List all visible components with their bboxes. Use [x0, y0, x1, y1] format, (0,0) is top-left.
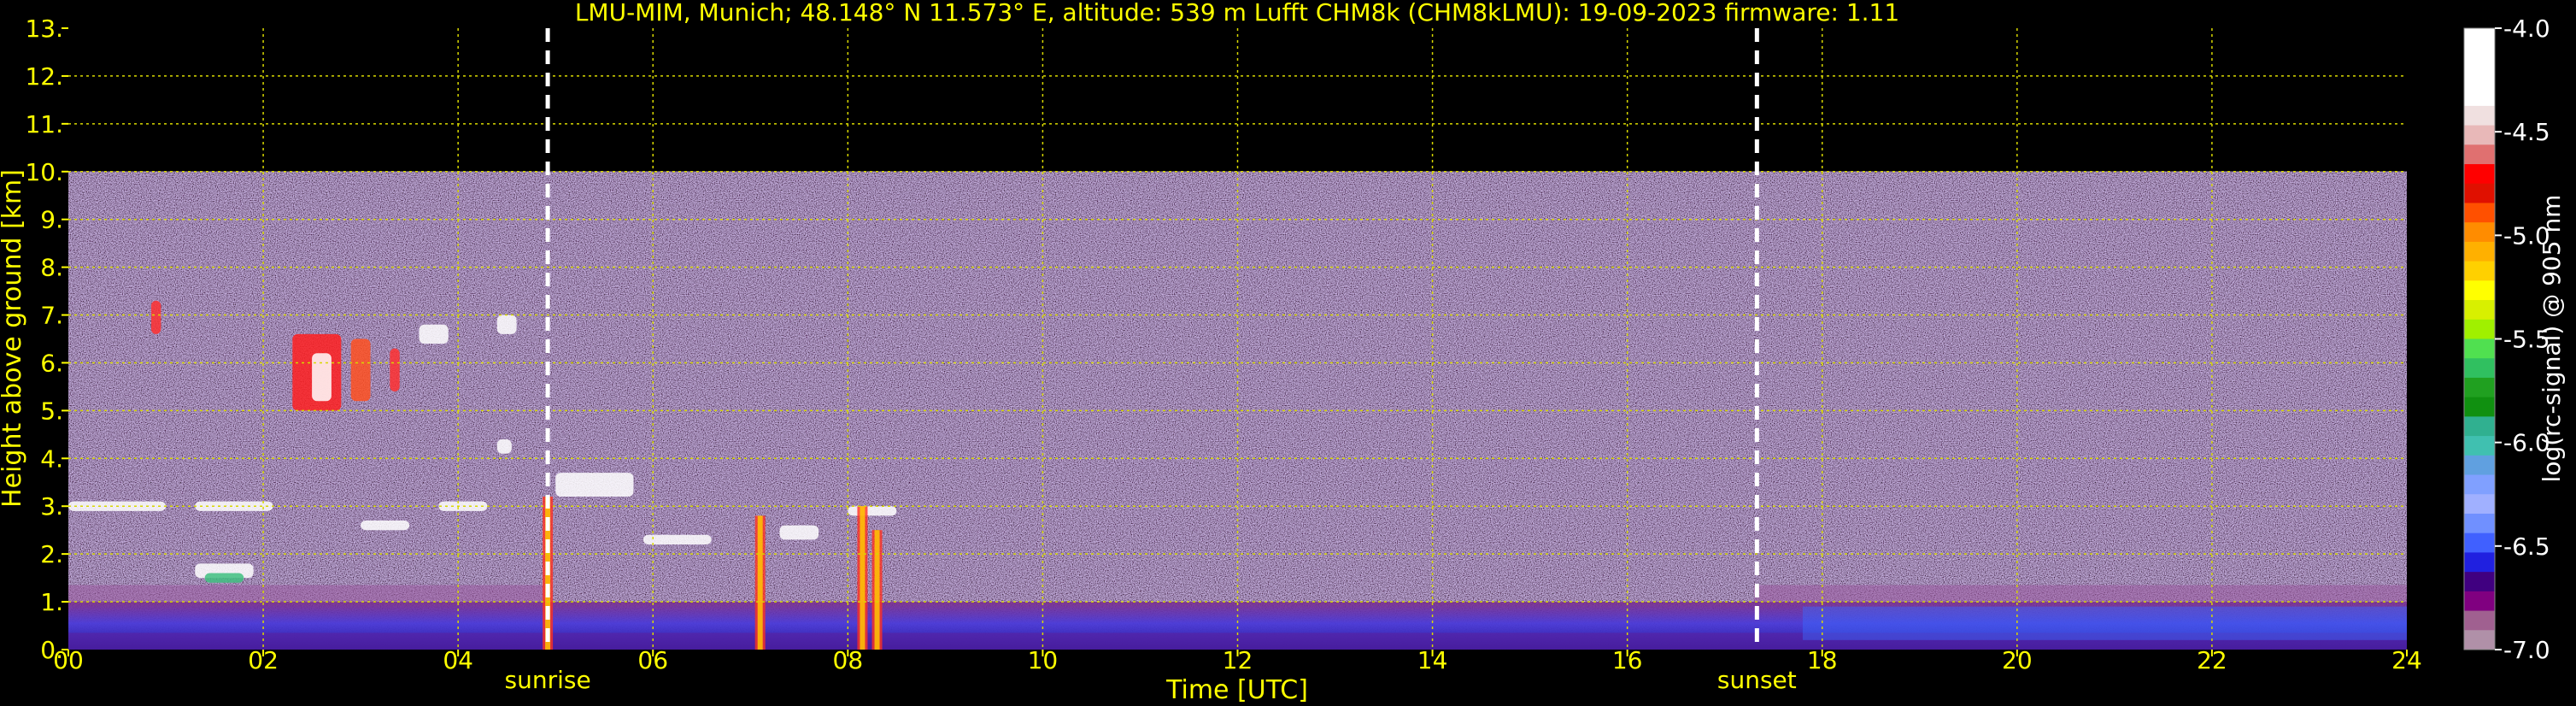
y-tick-label: 6.: [40, 349, 63, 377]
y-axis-ticks: 0.1.2.3.4.5.6.7.8.9.10.11.12.13.: [25, 15, 68, 664]
colorbar-segment: [2464, 125, 2495, 145]
x-tick-label: 04: [443, 646, 473, 674]
colorbar-segment: [2464, 630, 2495, 650]
y-tick-label: 1.: [40, 588, 63, 616]
y-axis-label: Height above ground [km]: [0, 169, 27, 508]
x-tick-label: 18: [1807, 646, 1838, 674]
y-tick-label: 12.: [25, 62, 63, 91]
y-tick-label: 10.: [25, 158, 63, 186]
colorbar-segment: [2464, 67, 2495, 87]
colorbar-segment: [2464, 280, 2495, 301]
x-tick-label: 08: [833, 646, 864, 674]
x-tick-label: 14: [1417, 646, 1448, 674]
night-aerosol-band: [1802, 606, 2407, 640]
cloud-patch: [390, 348, 400, 392]
ceilometer-chart: sunrise sunset 0.1.2.3.4.5.6.7.8.9.10.11.…: [0, 0, 2566, 705]
colorbar-segment: [2464, 300, 2495, 321]
x-tick-label: 06: [637, 646, 668, 674]
colorbar-segment: [2464, 164, 2495, 185]
colorbar-segment: [2464, 358, 2495, 379]
y-tick-label: 5.: [40, 397, 63, 425]
cloud-patch: [848, 506, 897, 516]
y-tick-label: 2.: [40, 540, 63, 568]
colorbar-segment: [2464, 416, 2495, 437]
y-tick-label: 9.: [40, 206, 63, 234]
colorbar-segment: [2464, 144, 2495, 165]
cloud-patch: [350, 338, 371, 402]
cloud-patch: [779, 525, 819, 540]
x-tick-label: 12: [1223, 646, 1253, 674]
cloud-patch: [150, 300, 161, 334]
colorbar-segment: [2464, 397, 2495, 417]
colorbar-label: log(rc-signal) @ 905 nm: [2538, 195, 2566, 483]
colorbar-segment: [2464, 532, 2495, 553]
cloud-patch: [496, 315, 517, 334]
colorbar-segment: [2464, 377, 2495, 398]
cloud-patch: [555, 473, 634, 497]
chart-title: LMU-MIM, Munich; 48.148° N 11.573° E, al…: [575, 0, 1899, 26]
colorbar-tick-label: -4.5: [2503, 118, 2550, 146]
cloud-patch: [361, 521, 410, 531]
colorbar-tick-label: -7.0: [2503, 636, 2550, 664]
colorbar-tick-label: -4.0: [2503, 15, 2550, 43]
colorbar-segment: [2464, 513, 2495, 534]
precipitation-streak-core: [874, 530, 880, 650]
colorbar-segment: [2464, 105, 2495, 126]
cloud-patch: [496, 438, 512, 454]
marker-label-sunrise: sunrise: [504, 666, 590, 694]
marker-label-sunset: sunset: [1717, 666, 1797, 694]
cloud-patch: [312, 353, 332, 402]
cloud-patch: [419, 324, 449, 344]
colorbar-segment: [2464, 436, 2495, 456]
y-tick-label: 13.: [25, 15, 63, 43]
x-tick-label: 20: [2002, 646, 2033, 674]
colorbar-segment: [2464, 552, 2495, 573]
x-tick-label: 22: [2197, 646, 2227, 674]
x-axis-ticks: 00 02 04 06 08 10 12 14 16 18 20 22 24: [53, 646, 2422, 674]
colorbar-tick-label: -6.5: [2503, 532, 2550, 561]
colorbar-segment: [2464, 222, 2495, 243]
colorbar-segment: [2464, 183, 2495, 203]
colorbar-segment: [2464, 494, 2495, 515]
x-tick-label: 16: [1612, 646, 1643, 674]
colorbar-segment: [2464, 455, 2495, 476]
x-axis-label: Time [UTC]: [1165, 675, 1308, 705]
precipitation-streak-core: [860, 506, 866, 650]
y-tick-label: 4.: [40, 444, 63, 473]
y-tick-label: 11.: [25, 110, 63, 138]
colorbar-segment: [2464, 261, 2495, 281]
colorbar-segment: [2464, 610, 2495, 631]
x-tick-label: 10: [1028, 646, 1059, 674]
colorbar-segment: [2464, 203, 2495, 223]
x-tick-label: 00: [53, 646, 84, 674]
colorbar-segment: [2464, 474, 2495, 495]
y-tick-label: 8.: [40, 254, 63, 282]
colorbar-segment: [2464, 47, 2495, 68]
colorbar-segment: [2464, 338, 2495, 359]
residual-layer-evening: [1753, 585, 2407, 603]
colorbar-segment: [2464, 319, 2495, 339]
colorbar-segment: [2464, 572, 2495, 592]
x-tick-label: 24: [2391, 646, 2422, 674]
colorbar-segment: [2464, 241, 2495, 262]
y-tick-label: 7.: [40, 302, 63, 330]
colorbar-segment: [2464, 28, 2495, 49]
residual-layer-morning: [68, 585, 546, 603]
y-tick-label: 3.: [40, 492, 63, 521]
cloud-patch: [204, 573, 244, 583]
colorbar-segment: [2464, 86, 2495, 107]
precipitation-streak-core: [757, 515, 763, 650]
colorbar-segment: [2464, 591, 2495, 612]
x-tick-label: 02: [248, 646, 279, 674]
